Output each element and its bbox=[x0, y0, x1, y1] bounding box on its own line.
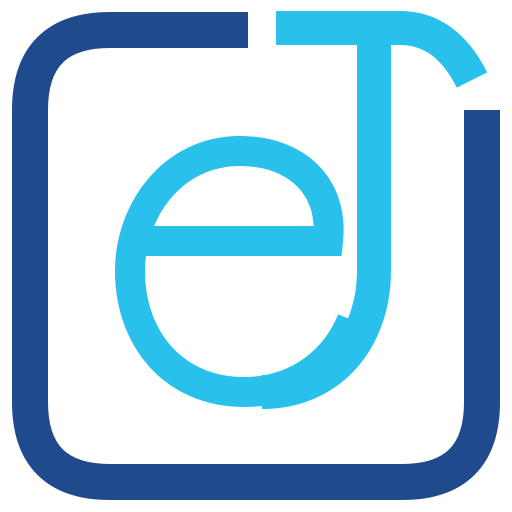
app-logo bbox=[0, 0, 512, 512]
ej-logo-icon bbox=[12, 11, 500, 500]
letter-e-shape bbox=[114, 135, 366, 408]
letter-j-shape bbox=[261, 11, 488, 409]
